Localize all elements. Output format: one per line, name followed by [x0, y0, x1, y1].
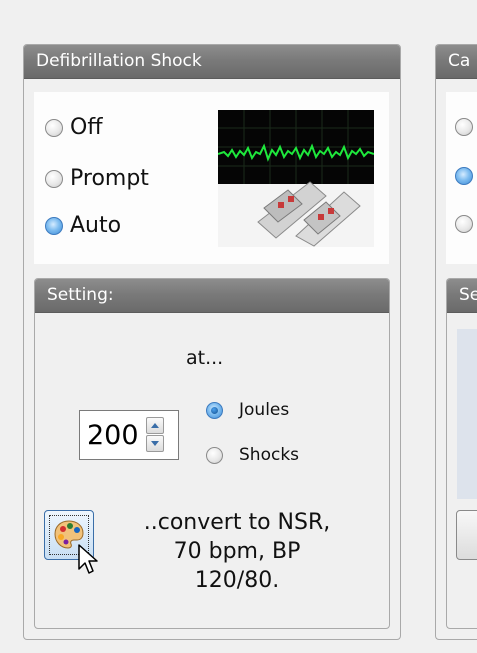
radio-shocks[interactable]: Shocks	[206, 445, 299, 465]
radio-off-circle[interactable]	[45, 118, 63, 137]
monitor-with-defibrillator-paddles-icon	[218, 110, 374, 247]
energy-spinbox[interactable]: 200	[79, 410, 179, 460]
radio-prompt-label: Prompt	[70, 166, 149, 191]
convert-text-line-2: 70 bpm, BP	[173, 539, 301, 564]
right-radio-3[interactable]	[455, 215, 473, 233]
convert-description: ..convert to NSR, 70 bpm, BP 120/80.	[112, 508, 362, 595]
defibrillation-shock-panel-title: Defibrillation Shock	[24, 45, 400, 79]
radio-off-label: Off	[70, 115, 103, 140]
right-setting-panel-content	[457, 329, 477, 499]
convert-text-line-3: 120/80.	[194, 568, 280, 593]
convert-text-line-1: ..convert to NSR,	[143, 510, 331, 535]
right-setting-panel-title: Se	[447, 279, 477, 313]
right-action-button[interactable]	[456, 510, 477, 560]
radio-joules-label: Joules	[239, 400, 290, 420]
radio-auto-label: Auto	[70, 213, 122, 238]
mouse-cursor-icon	[78, 544, 98, 574]
radio-shocks-label: Shocks	[239, 445, 300, 465]
right-radio-2[interactable]	[455, 167, 473, 185]
radio-joules-circle[interactable]	[206, 401, 223, 419]
radio-prompt-circle[interactable]	[45, 169, 63, 188]
radio-auto-circle[interactable]	[45, 216, 63, 235]
right-radio-1[interactable]	[455, 118, 473, 136]
right-panel-title: Ca	[436, 45, 477, 79]
right-setting-panel: Se	[446, 278, 477, 629]
radio-shocks-circle[interactable]	[206, 446, 223, 464]
spin-down-button[interactable]	[146, 435, 164, 452]
spin-up-button[interactable]	[146, 417, 164, 434]
radio-auto[interactable]: Auto	[45, 213, 121, 238]
at-label: at...	[186, 347, 224, 369]
setting-panel-title: Setting:	[35, 279, 389, 313]
radio-joules[interactable]: Joules	[206, 400, 289, 420]
energy-value[interactable]: 200	[87, 420, 139, 451]
radio-off[interactable]: Off	[45, 115, 102, 140]
radio-prompt[interactable]: Prompt	[45, 166, 149, 191]
